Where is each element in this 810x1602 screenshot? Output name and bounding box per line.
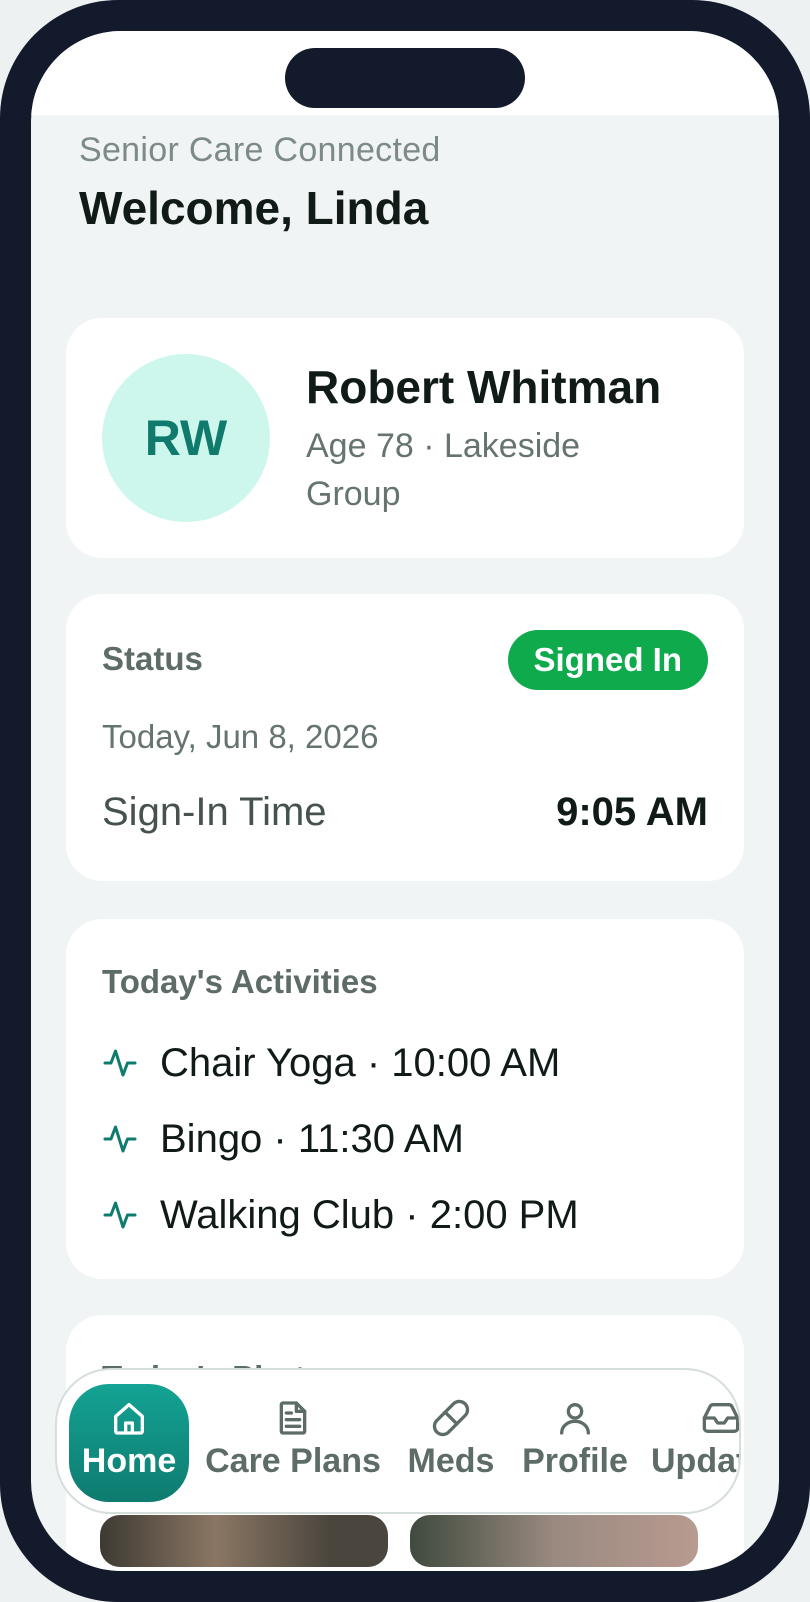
status-label: Status bbox=[102, 640, 203, 677]
resident-profile-card[interactable]: RW Robert Whitman Age 78 · Lakeside Grou… bbox=[66, 318, 744, 558]
phone-frame: Senior Care Connected Welcome, Linda RW … bbox=[0, 0, 810, 1602]
sign-in-time-label: Sign-In Time bbox=[102, 790, 327, 834]
tab-meds[interactable]: Meds bbox=[401, 1384, 501, 1502]
resident-name: Robert Whitman bbox=[306, 361, 662, 413]
pill-icon bbox=[432, 1399, 470, 1437]
pulse-icon bbox=[103, 1201, 137, 1229]
status-card: Status Signed In Today, Jun 8, 2026 Sign… bbox=[66, 594, 744, 881]
home-icon bbox=[114, 1403, 144, 1435]
status-badge: Signed In bbox=[507, 630, 708, 690]
activities-card: Today's Activities Chair Yoga · 10:00 AM… bbox=[66, 919, 744, 1279]
tab-label: Profile bbox=[522, 1442, 628, 1480]
tab-profile[interactable]: Profile bbox=[517, 1384, 633, 1502]
avatar: RW bbox=[102, 354, 270, 522]
pulse-icon bbox=[103, 1049, 137, 1077]
app-screen: Senior Care Connected Welcome, Linda RW … bbox=[31, 31, 779, 1571]
tab-label: Care Plans bbox=[205, 1442, 381, 1480]
activity-item[interactable]: Chair Yoga · 10:00 AM bbox=[102, 1035, 560, 1091]
sign-in-time-value: 9:05 AM bbox=[556, 790, 708, 834]
activity-item[interactable]: Bingo · 11:30 AM bbox=[102, 1111, 464, 1167]
status-bar bbox=[31, 31, 779, 115]
activity-label: Chair Yoga · 10:00 AM bbox=[160, 1040, 561, 1085]
bottom-tab-bar: Home Care Plans Meds Profile Updates bbox=[55, 1368, 741, 1514]
activity-label: Walking Club · 2:00 PM bbox=[160, 1192, 579, 1237]
activity-photo[interactable] bbox=[410, 1515, 698, 1567]
status-date: Today, Jun 8, 2026 bbox=[102, 718, 379, 755]
tab-label: Meds bbox=[407, 1442, 495, 1480]
tab-label: Updates bbox=[651, 1442, 739, 1480]
resident-meta: Age 78 · Lakeside Group bbox=[306, 427, 581, 513]
tab-care-plans[interactable]: Care Plans bbox=[203, 1384, 383, 1502]
dynamic-island bbox=[285, 48, 525, 108]
tab-label: Home bbox=[81, 1442, 177, 1480]
tab-updates[interactable]: Updates bbox=[651, 1384, 739, 1502]
activity-item[interactable]: Walking Club · 2:00 PM bbox=[102, 1187, 579, 1243]
user-icon bbox=[560, 1403, 590, 1435]
activity-photo[interactable] bbox=[100, 1515, 388, 1567]
pulse-icon bbox=[103, 1125, 137, 1153]
document-icon bbox=[279, 1401, 307, 1435]
activities-heading: Today's Activities bbox=[102, 963, 378, 1000]
inbox-icon bbox=[702, 1403, 739, 1433]
tab-home[interactable]: Home bbox=[69, 1384, 189, 1502]
page-title: Welcome, Linda bbox=[79, 182, 429, 234]
activity-label: Bingo · 11:30 AM bbox=[160, 1116, 464, 1161]
app-subtitle: Senior Care Connected bbox=[79, 131, 441, 169]
